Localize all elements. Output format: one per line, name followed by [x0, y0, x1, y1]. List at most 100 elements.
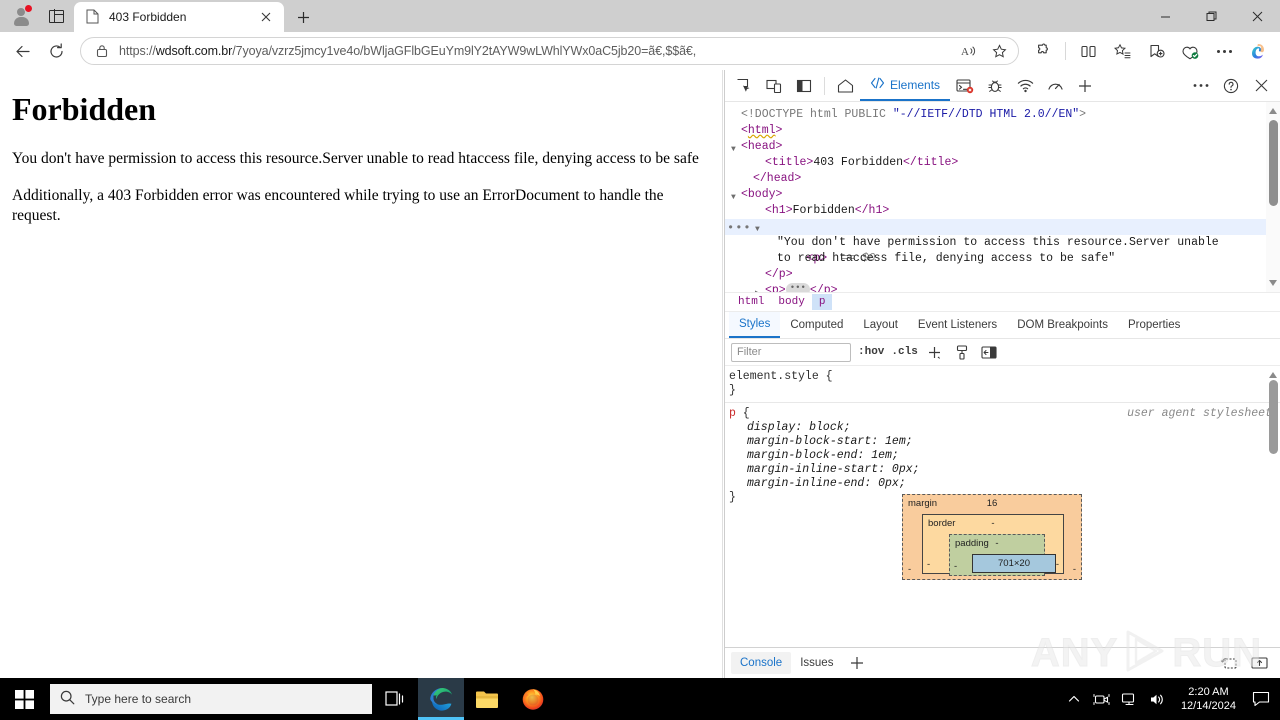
dom-line-p-collapsed[interactable]: ▶<p>•••</p>: [725, 283, 1280, 292]
new-tab-button[interactable]: [288, 2, 318, 32]
minimize-button[interactable]: [1142, 0, 1188, 32]
home-icon[interactable]: [830, 72, 860, 100]
style-declaration[interactable]: margin-block-end: 1em;: [729, 449, 1272, 463]
tab-properties[interactable]: Properties: [1118, 312, 1190, 338]
favorite-star-icon[interactable]: [984, 39, 1014, 63]
box-model-diagram[interactable]: margin 16 - - border - - - padding - - -…: [902, 494, 1082, 580]
toggle-computed-sidebar-icon[interactable]: [979, 342, 999, 362]
box-model-margin-left[interactable]: -: [908, 563, 911, 577]
styles-scroll-thumb[interactable]: [1269, 380, 1278, 454]
scroll-down-arrow-icon[interactable]: [1268, 278, 1278, 288]
dock-side-icon[interactable]: [789, 72, 819, 100]
dom-line-h1[interactable]: <h1>Forbidden</h1>: [725, 203, 1280, 219]
box-model-padding-left[interactable]: -: [954, 560, 957, 574]
show-hidden-icons-chevron[interactable]: [1061, 678, 1087, 720]
live-expression-icon[interactable]: [1214, 649, 1244, 677]
dom-line-p-close[interactable]: </p>: [725, 267, 1280, 283]
style-declaration[interactable]: margin-inline-start: 0px;: [729, 463, 1272, 477]
account-avatar-icon[interactable]: [6, 1, 36, 31]
drawer-tab-issues[interactable]: Issues: [791, 652, 842, 674]
read-aloud-icon[interactable]: A: [954, 39, 984, 63]
tab-styles[interactable]: Styles: [729, 312, 781, 338]
dom-line-head-close[interactable]: </head>: [725, 171, 1280, 187]
collections-icon[interactable]: [1106, 36, 1138, 66]
breadcrumb-item-p[interactable]: p: [811, 294, 833, 310]
refresh-icon[interactable]: [40, 36, 72, 66]
lock-icon[interactable]: [93, 42, 111, 60]
copilot-icon[interactable]: [1242, 36, 1274, 66]
dom-tree[interactable]: <!DOCTYPE html PUBLIC "-//IETF//DTD HTML…: [725, 102, 1280, 292]
style-declaration[interactable]: margin-block-start: 1em;: [729, 435, 1272, 449]
dom-line-p-selected[interactable]: ••• ▼ <p> == $0: [725, 219, 1280, 265]
style-rule-element-style[interactable]: element.style { }: [725, 366, 1280, 402]
tab-dom-breakpoints[interactable]: DOM Breakpoints: [1007, 312, 1118, 338]
task-view-icon[interactable]: [372, 678, 418, 720]
close-button[interactable]: [1234, 0, 1280, 32]
box-model-padding[interactable]: padding - - - 701×20: [949, 534, 1056, 576]
settings-and-more-icon[interactable]: [1208, 36, 1240, 66]
windows-start-icon[interactable]: [0, 678, 48, 720]
console-icon[interactable]: [950, 72, 980, 100]
dom-tree-scrollbar[interactable]: [1266, 102, 1280, 292]
drawer-tab-console[interactable]: Console: [731, 652, 792, 674]
dom-line-body-open[interactable]: ▼ <body>: [725, 187, 1280, 203]
volume-tray-icon[interactable]: [1145, 678, 1171, 720]
debugger-bug-icon[interactable]: [980, 72, 1010, 100]
style-rule-p[interactable]: p {user agent stylesheet display: block;…: [725, 402, 1280, 509]
help-icon[interactable]: [1216, 72, 1246, 100]
dom-line-head-open[interactable]: ▼ <head>: [725, 139, 1280, 155]
back-arrow-icon[interactable]: [6, 36, 38, 66]
tab-elements[interactable]: Elements: [860, 70, 951, 101]
more-options-icon[interactable]: [1186, 72, 1216, 100]
extensions-puzzle-icon[interactable]: [1027, 36, 1059, 66]
box-model-padding-top[interactable]: -: [950, 537, 1044, 551]
dom-line-html-open[interactable]: <html>: [725, 123, 1280, 139]
box-model-border-top[interactable]: -: [923, 517, 1063, 531]
address-bar[interactable]: https://wdsoft.com.br/7yoya/vzrz5jmcy1ve…: [80, 37, 1019, 65]
device-toolbar-icon[interactable]: [759, 72, 789, 100]
styles-filter-input[interactable]: Filter: [731, 342, 851, 362]
scroll-up-arrow-icon[interactable]: [1268, 370, 1278, 380]
tab-computed[interactable]: Computed: [780, 312, 853, 338]
scroll-up-arrow-icon[interactable]: [1268, 106, 1278, 116]
firefox-taskbar-icon[interactable]: [510, 678, 556, 720]
browser-tab[interactable]: 403 Forbidden: [74, 2, 284, 32]
box-model-border-left[interactable]: -: [927, 558, 930, 572]
style-rule-selector[interactable]: element.style: [729, 370, 819, 383]
taskbar-clock[interactable]: 2:20 AM 12/14/2024: [1173, 678, 1244, 720]
class-toggle[interactable]: .cls: [891, 346, 917, 358]
style-rule-selector[interactable]: p: [729, 407, 736, 420]
box-model-border-right[interactable]: -: [1056, 558, 1059, 572]
dom-line-p-text[interactable]: "You don't have permission to access thi…: [725, 235, 1225, 267]
add-to-favorites-icon[interactable]: [1140, 36, 1172, 66]
camera-tray-icon[interactable]: [1089, 678, 1115, 720]
network-wifi-icon[interactable]: [1010, 72, 1040, 100]
dom-line-doctype[interactable]: <!DOCTYPE html PUBLIC "-//IETF//DTD HTML…: [725, 107, 1280, 123]
add-panel-icon[interactable]: [1070, 72, 1100, 100]
url-text[interactable]: https://wdsoft.com.br/7yoya/vzrz5jmcy1ve…: [111, 44, 954, 58]
drawer-settings-icon[interactable]: [1244, 649, 1274, 677]
new-style-rule-icon[interactable]: [925, 342, 945, 362]
style-declaration[interactable]: display: block;: [729, 421, 1272, 435]
split-screen-icon[interactable]: [1072, 36, 1104, 66]
browser-essentials-icon[interactable]: [1174, 36, 1206, 66]
box-model-margin-right[interactable]: -: [1073, 563, 1076, 577]
tab-event-listeners[interactable]: Event Listeners: [908, 312, 1007, 338]
dom-tree-scroll-thumb[interactable]: [1269, 120, 1278, 206]
tab-layout[interactable]: Layout: [853, 312, 908, 338]
box-model-margin[interactable]: margin 16 - - border - - - padding - - -…: [902, 494, 1082, 580]
file-explorer-taskbar-icon[interactable]: [464, 678, 510, 720]
box-model-border[interactable]: border - - - padding - - - 701×20: [922, 514, 1064, 576]
styles-sidebar-tabs[interactable]: Styles Computed Layout Event Listeners D…: [725, 312, 1280, 339]
search-input[interactable]: Type here to search: [50, 684, 372, 714]
network-tray-icon[interactable]: [1117, 678, 1143, 720]
edge-taskbar-icon[interactable]: [418, 678, 464, 720]
dom-line-title[interactable]: <title>403 Forbidden</title>: [725, 155, 1280, 171]
close-icon[interactable]: [256, 7, 276, 27]
inspect-element-icon[interactable]: [729, 72, 759, 100]
notification-center-icon[interactable]: [1246, 678, 1276, 720]
breadcrumb[interactable]: html body p: [725, 292, 1280, 312]
breadcrumb-item-body[interactable]: body: [771, 294, 811, 310]
styles-pane[interactable]: element.style { } p {user agent styleshe…: [725, 366, 1280, 647]
close-devtools-icon[interactable]: [1246, 72, 1276, 100]
